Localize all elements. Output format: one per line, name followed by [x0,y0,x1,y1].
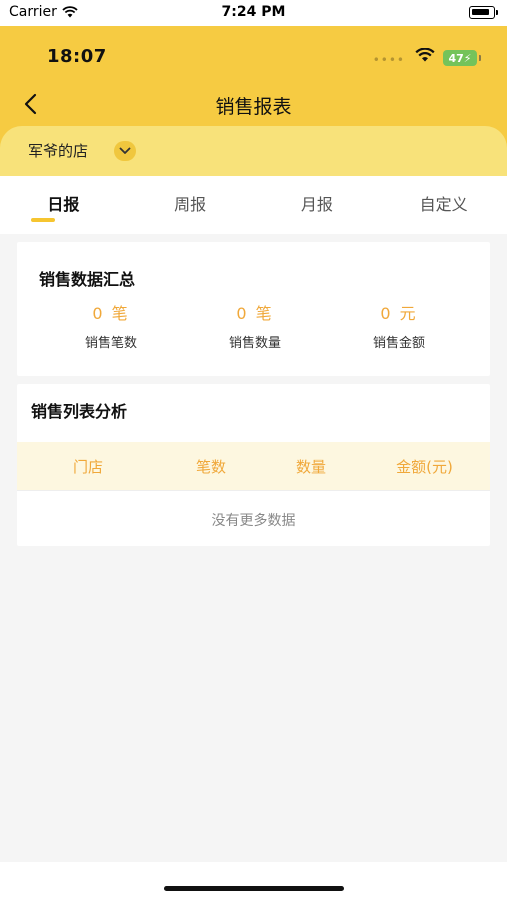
summary-stats: 0 笔 销售笔数 0 笔 销售数量 0 元 销售金额 [17,300,490,351]
sales-list-card: 销售列表分析 门店 笔数 数量 金额(元) 没有更多数据 [17,384,490,546]
column-header-store: 门店 [72,457,103,476]
chevron-down-icon[interactable] [114,141,136,161]
stat-label: 销售金额 [372,336,425,351]
stat-amount: 0 元 销售金额 [327,300,471,351]
report-tabs: 日报 周报 月报 自定义 [0,176,507,234]
page-title: 销售报表 [215,96,292,118]
tab-monthly[interactable]: 月报 [254,176,381,234]
active-tab-indicator [31,218,56,222]
navigation-bar: 销售报表 [0,84,507,124]
tab-weekly[interactable]: 周报 [127,176,254,234]
app-header: 18:07 •••• 47 ⚡ 销售报表 军爷的店 [0,26,507,176]
home-indicator[interactable] [164,886,344,891]
tab-label: 自定义 [419,195,468,214]
stat-value: 0 笔 [92,304,130,323]
bolt-icon: ⚡ [463,51,472,65]
device-time: 18:07 [47,46,107,67]
table-header: 门店 笔数 数量 金额(元) [17,442,490,490]
store-selector[interactable]: 军爷的店 [0,126,507,176]
bottom-safe-area [0,862,507,900]
tab-label: 月报 [300,195,333,214]
tab-daily[interactable]: 日报 [0,176,127,234]
tab-label: 周报 [174,195,207,214]
stat-label: 销售笔数 [84,336,137,351]
simulator-time: 7:24 PM [221,4,286,20]
content-area: 销售数据汇总 0 笔 销售笔数 0 笔 销售数量 0 元 销售金额 销售列表分析… [0,234,507,862]
battery-icon [469,6,498,19]
column-header-count: 笔数 [195,457,226,476]
divider [17,490,490,491]
stat-label: 销售数量 [228,336,281,351]
column-header-amount: 金额(元) [396,457,453,476]
tab-custom[interactable]: 自定义 [380,176,507,234]
column-header-quantity: 数量 [295,457,326,476]
simulator-status-bar: Carrier 7:24 PM [0,0,507,26]
stat-value: 0 笔 [236,304,274,323]
stat-value: 0 元 [380,304,418,323]
stat-order-count: 0 笔 销售笔数 [39,300,183,351]
wifi-icon [415,48,435,62]
summary-title: 销售数据汇总 [39,270,136,289]
charging-battery-icon: 47 ⚡ [443,50,481,66]
device-status-bar: 18:07 •••• 47 ⚡ [0,26,507,86]
tab-label: 日报 [47,195,80,214]
sales-summary-card: 销售数据汇总 0 笔 销售笔数 0 笔 销售数量 0 元 销售金额 [17,242,490,376]
signal-dots-icon: •••• [372,53,405,67]
stat-quantity: 0 笔 销售数量 [183,300,327,351]
battery-percent: 47 [448,51,464,65]
list-title: 销售列表分析 [31,402,128,421]
empty-state-text: 没有更多数据 [211,513,296,529]
store-name[interactable]: 军爷的店 [28,140,88,161]
